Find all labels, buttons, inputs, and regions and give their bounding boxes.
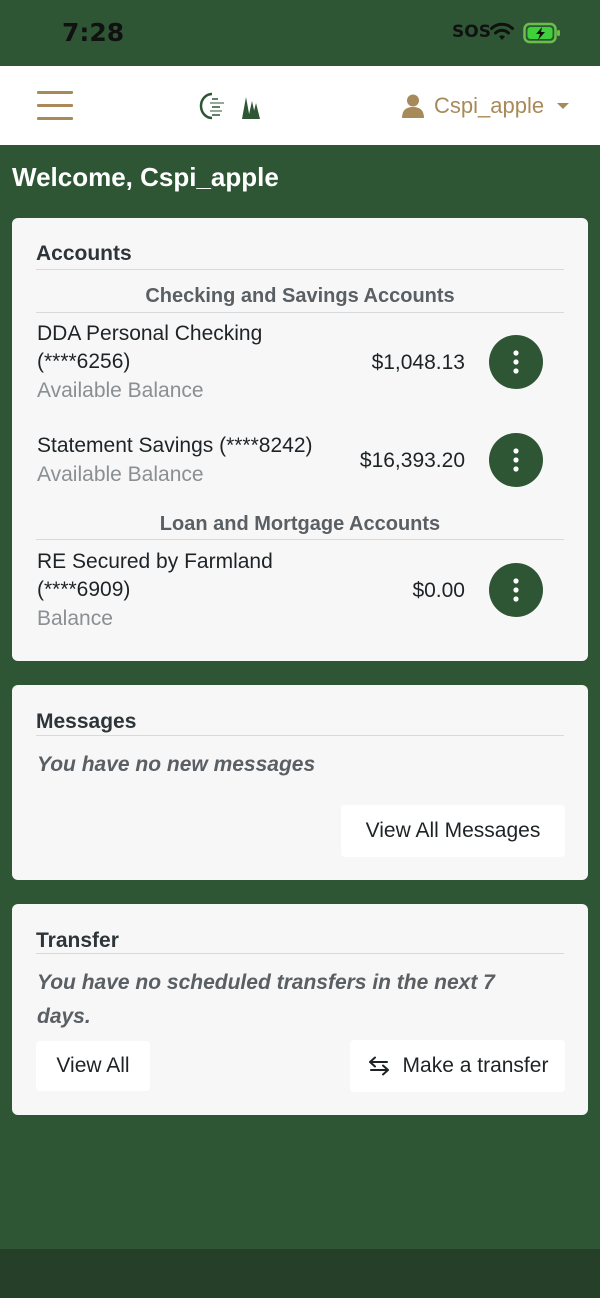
- account-balance: $1,048.13: [371, 351, 465, 374]
- user-menu[interactable]: Cspi_apple: [402, 90, 570, 122]
- messages-card: Messages You have no new messages View A…: [12, 685, 588, 880]
- divider: [36, 735, 564, 736]
- transfer-arrows-icon: [368, 1056, 389, 1076]
- more-vertical-icon: [513, 448, 519, 472]
- chevron-down-icon: [557, 103, 570, 109]
- divider: [36, 269, 564, 270]
- account-name: Statement Savings (****8242): [37, 434, 313, 457]
- divider: [36, 953, 564, 954]
- account-options-button[interactable]: [489, 335, 543, 389]
- balance-type-label: Available Balance: [37, 463, 204, 486]
- sos-indicator: SOS: [452, 22, 491, 42]
- top-nav-bar: Cspi_apple: [0, 66, 600, 145]
- more-vertical-icon: [513, 578, 519, 602]
- account-number: (****6909): [37, 578, 131, 601]
- account-number: (****6256): [37, 350, 131, 373]
- wifi-icon: [490, 22, 514, 40]
- account-options-button[interactable]: [489, 563, 543, 617]
- account-balance: $16,393.20: [359, 449, 465, 472]
- accounts-card: Accounts Checking and Savings Accounts D…: [12, 218, 588, 661]
- section-heading-loan-mortgage: Loan and Mortgage Accounts: [159, 513, 441, 535]
- welcome-heading: Welcome, Cspi_apple: [12, 162, 279, 192]
- transfer-card: Transfer You have no scheduled transfers…: [12, 904, 588, 1115]
- user-icon: [402, 94, 424, 118]
- account-options-button[interactable]: [489, 433, 543, 487]
- accounts-title: Accounts: [36, 242, 132, 265]
- account-name: RE Secured by Farmland: [37, 550, 273, 573]
- bank-logo[interactable]: [198, 89, 262, 123]
- status-bar: 7:28 SOS: [0, 0, 600, 66]
- more-vertical-icon: [513, 350, 519, 374]
- view-all-transfers-button[interactable]: View All: [36, 1041, 150, 1091]
- transfer-empty-text-line1: You have no scheduled transfers in the n…: [37, 971, 495, 994]
- make-transfer-label: Make a transfer: [402, 1054, 549, 1077]
- status-time: 7:28: [62, 18, 125, 47]
- bottom-bar: [0, 1249, 600, 1298]
- divider: [36, 539, 564, 540]
- account-name: DDA Personal Checking: [37, 322, 263, 345]
- transfer-empty-text-line2: days.: [37, 1005, 91, 1028]
- account-balance: $0.00: [412, 579, 465, 602]
- balance-type-label: Balance: [37, 607, 113, 630]
- messages-title: Messages: [36, 710, 137, 733]
- make-transfer-button[interactable]: Make a transfer: [350, 1040, 565, 1092]
- menu-icon[interactable]: [37, 91, 73, 121]
- user-name: Cspi_apple: [434, 93, 545, 118]
- transfer-title: Transfer: [36, 929, 119, 952]
- section-heading-checking-savings: Checking and Savings Accounts: [145, 285, 455, 307]
- battery-icon: [523, 22, 560, 44]
- balance-type-label: Available Balance: [37, 379, 204, 402]
- divider: [36, 312, 564, 313]
- messages-empty-text: You have no new messages: [37, 753, 316, 776]
- view-all-messages-button[interactable]: View All Messages: [341, 805, 565, 857]
